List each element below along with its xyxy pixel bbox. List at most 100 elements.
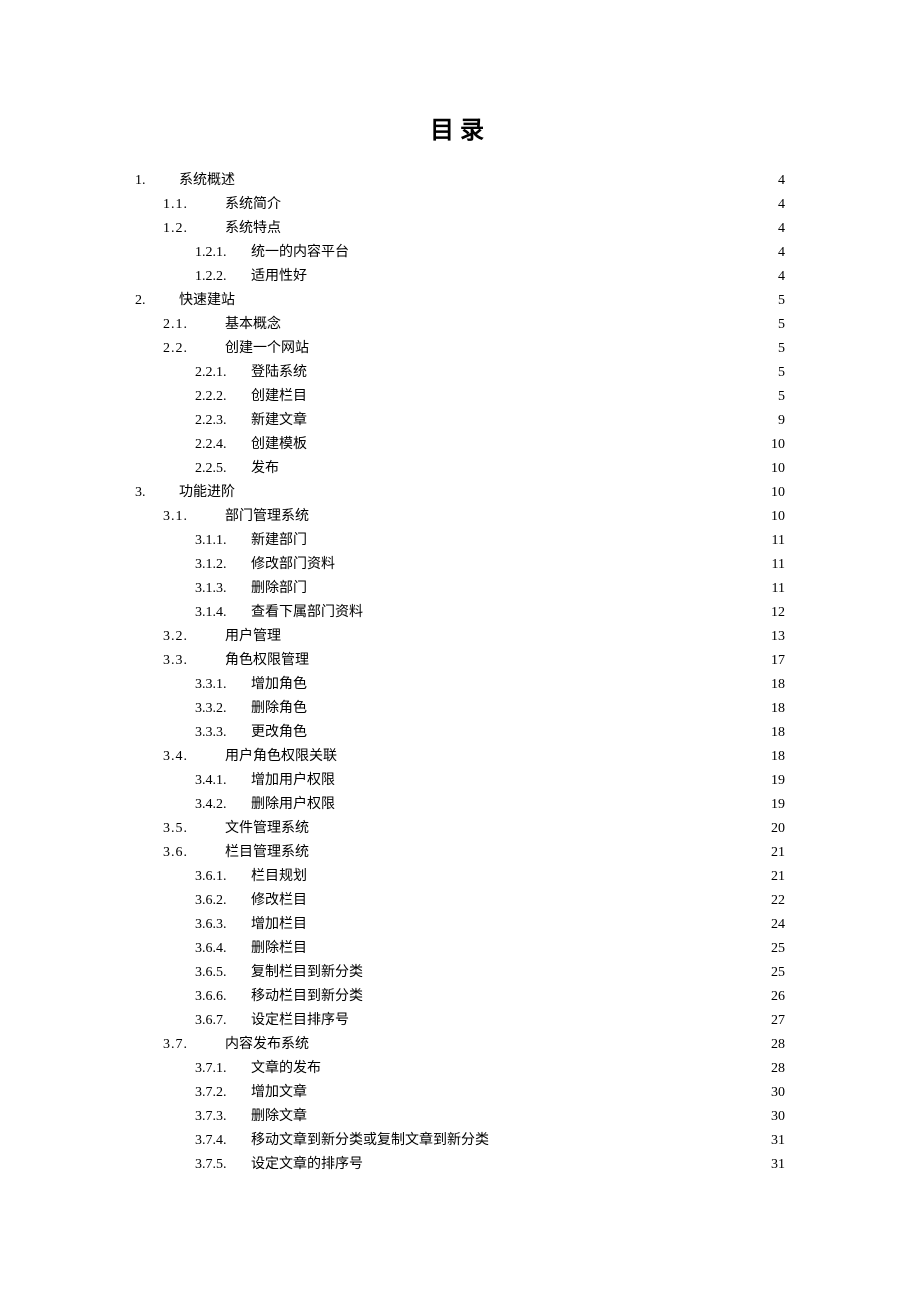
toc-entry-number: 3.	[135, 481, 169, 505]
toc-entry-number: 2.2.1.	[195, 361, 239, 385]
toc-entry-number: 3.7.5.	[195, 1153, 239, 1177]
toc-entry: 2.1.基本概念 5	[135, 313, 785, 337]
toc-entry: 3.7.1.文章的发布28	[135, 1057, 785, 1081]
toc-entry: 1.2.2.适用性好4	[135, 265, 785, 289]
toc-entry-number: 3.3.3.	[195, 721, 239, 745]
toc-entry-number: 1.1.	[163, 193, 213, 217]
toc-entry: 3.7.内容发布系统 28	[135, 1033, 785, 1057]
toc-entry: 3.7.5.设定文章的排序号 31	[135, 1153, 785, 1177]
toc-entry-page: 25	[771, 961, 785, 985]
toc-entry-page: 9	[778, 409, 785, 433]
toc-entry-label: 基本概念	[213, 313, 281, 337]
toc-entry: 3.1.2.修改部门资料11	[135, 553, 785, 577]
toc-entry-number: 3.7.1.	[195, 1057, 239, 1081]
toc-entry-page: 11	[772, 553, 785, 577]
toc-entry-number: 3.6.2.	[195, 889, 239, 913]
toc-entry-page: 24	[771, 913, 785, 937]
toc-entry: 2.2.5.发布 10	[135, 457, 785, 481]
toc-entry: 1.2.1.统一的内容平台4	[135, 241, 785, 265]
toc-entry-label: 创建模板	[239, 433, 307, 457]
toc-entry-number: 2.2.2.	[195, 385, 239, 409]
toc-entry-number: 2.2.5.	[195, 457, 239, 481]
toc-entry: 1.系统概述4	[135, 169, 785, 193]
toc-entry-page: 27	[771, 1009, 785, 1033]
toc-entry-label: 创建栏目	[239, 385, 307, 409]
toc-entry: 3.4.1.增加用户权限19	[135, 769, 785, 793]
toc-entry-label: 设定文章的排序号	[239, 1153, 363, 1177]
toc-entry-label: 功能进阶	[169, 481, 235, 505]
toc-entry-label: 快速建站	[169, 289, 235, 313]
toc-entry-label: 发布	[239, 457, 279, 481]
toc-entry-page: 18	[771, 673, 785, 697]
toc-entry-page: 10	[771, 457, 785, 481]
toc-entry-label: 移动栏目到新分类	[239, 985, 363, 1009]
toc-entry-label: 内容发布系统	[213, 1033, 309, 1057]
toc-entry-number: 3.3.1.	[195, 673, 239, 697]
toc-entry-number: 3.1.1.	[195, 529, 239, 553]
toc-entry: 3.6.6.移动栏目到新分类26	[135, 985, 785, 1009]
toc-entry-label: 更改角色	[239, 721, 307, 745]
toc-entry-page: 19	[771, 769, 785, 793]
toc-entry-page: 21	[771, 841, 785, 865]
toc-entry-number: 2.1.	[163, 313, 213, 337]
toc-entry-label: 部门管理系统	[213, 505, 309, 529]
toc-entry-page: 4	[778, 265, 785, 289]
toc-entry-page: 5	[778, 313, 785, 337]
toc-entry-number: 3.7.4.	[195, 1129, 239, 1153]
toc-entry-label: 系统简介	[213, 193, 281, 217]
toc-entry-number: 3.1.	[163, 505, 213, 529]
toc-entry: 2.快速建站5	[135, 289, 785, 313]
toc-entry-number: 3.7.3.	[195, 1105, 239, 1129]
toc-entry-page: 20	[771, 817, 785, 841]
toc-entry-number: 3.5.	[163, 817, 213, 841]
toc-entry: 3.6.5.复制栏目到新分类25	[135, 961, 785, 985]
toc-entry-label: 用户管理	[213, 625, 281, 649]
toc-entry-number: 3.3.	[163, 649, 213, 673]
toc-entry-page: 31	[771, 1153, 785, 1177]
toc-entry-label: 修改栏目	[239, 889, 307, 913]
toc-entry-label: 系统特点	[213, 217, 281, 241]
toc-entry-page: 18	[771, 697, 785, 721]
toc-entry-label: 增加角色	[239, 673, 307, 697]
toc-entry: 3.3.2.删除角色18	[135, 697, 785, 721]
toc-entry: 3.1.4.查看下属部门资料12	[135, 601, 785, 625]
toc-entry: 2.2.3.新建文章9	[135, 409, 785, 433]
toc-entry-label: 用户角色权限关联	[213, 745, 337, 769]
toc-entry: 3.1.部门管理系统10	[135, 505, 785, 529]
toc-entry-page: 18	[771, 745, 785, 769]
toc-entry-number: 3.3.2.	[195, 697, 239, 721]
toc-entry: 3.3.角色权限管理17	[135, 649, 785, 673]
toc-entry-number: 1.2.2.	[195, 265, 239, 289]
toc-entry: 3.4.2.删除用户权限19	[135, 793, 785, 817]
toc-entry-page: 30	[771, 1105, 785, 1129]
toc-entry-label: 创建一个网站	[213, 337, 309, 361]
toc-entry-page: 5	[778, 361, 785, 385]
toc-entry-label: 复制栏目到新分类	[239, 961, 363, 985]
toc-entry-page: 4	[778, 241, 785, 265]
toc-entry: 3.6.3.增加栏目24	[135, 913, 785, 937]
toc-entry: 3.1.1.新建部门11	[135, 529, 785, 553]
toc-entry-label: 删除栏目	[239, 937, 307, 961]
toc-entry-number: 3.7.	[163, 1033, 213, 1057]
toc-entry-number: 3.6.7.	[195, 1009, 239, 1033]
toc-entry-label: 删除用户权限	[239, 793, 335, 817]
toc-entry-label: 新建部门	[239, 529, 307, 553]
toc-entry-number: 2.2.3.	[195, 409, 239, 433]
toc-entry-label: 修改部门资料	[239, 553, 335, 577]
toc-entry-label: 系统概述	[169, 169, 235, 193]
toc-entry-label: 设定栏目排序号	[239, 1009, 349, 1033]
toc-entry-number: 3.6.3.	[195, 913, 239, 937]
toc-entry-number: 3.4.2.	[195, 793, 239, 817]
toc-entry-number: 3.6.	[163, 841, 213, 865]
toc-entry-page: 30	[771, 1081, 785, 1105]
toc-entry-number: 3.6.4.	[195, 937, 239, 961]
toc-entry: 1.1.系统简介4	[135, 193, 785, 217]
toc-entry-number: 3.4.1.	[195, 769, 239, 793]
toc-entry-label: 删除文章	[239, 1105, 307, 1129]
toc-entry-page: 18	[771, 721, 785, 745]
toc-entry-page: 5	[778, 289, 785, 313]
toc-entry: 3.6.4.删除栏目25	[135, 937, 785, 961]
toc-entry-page: 28	[771, 1033, 785, 1057]
toc-entry-page: 31	[771, 1129, 785, 1153]
toc-entry: 3.5.文件管理系统20	[135, 817, 785, 841]
